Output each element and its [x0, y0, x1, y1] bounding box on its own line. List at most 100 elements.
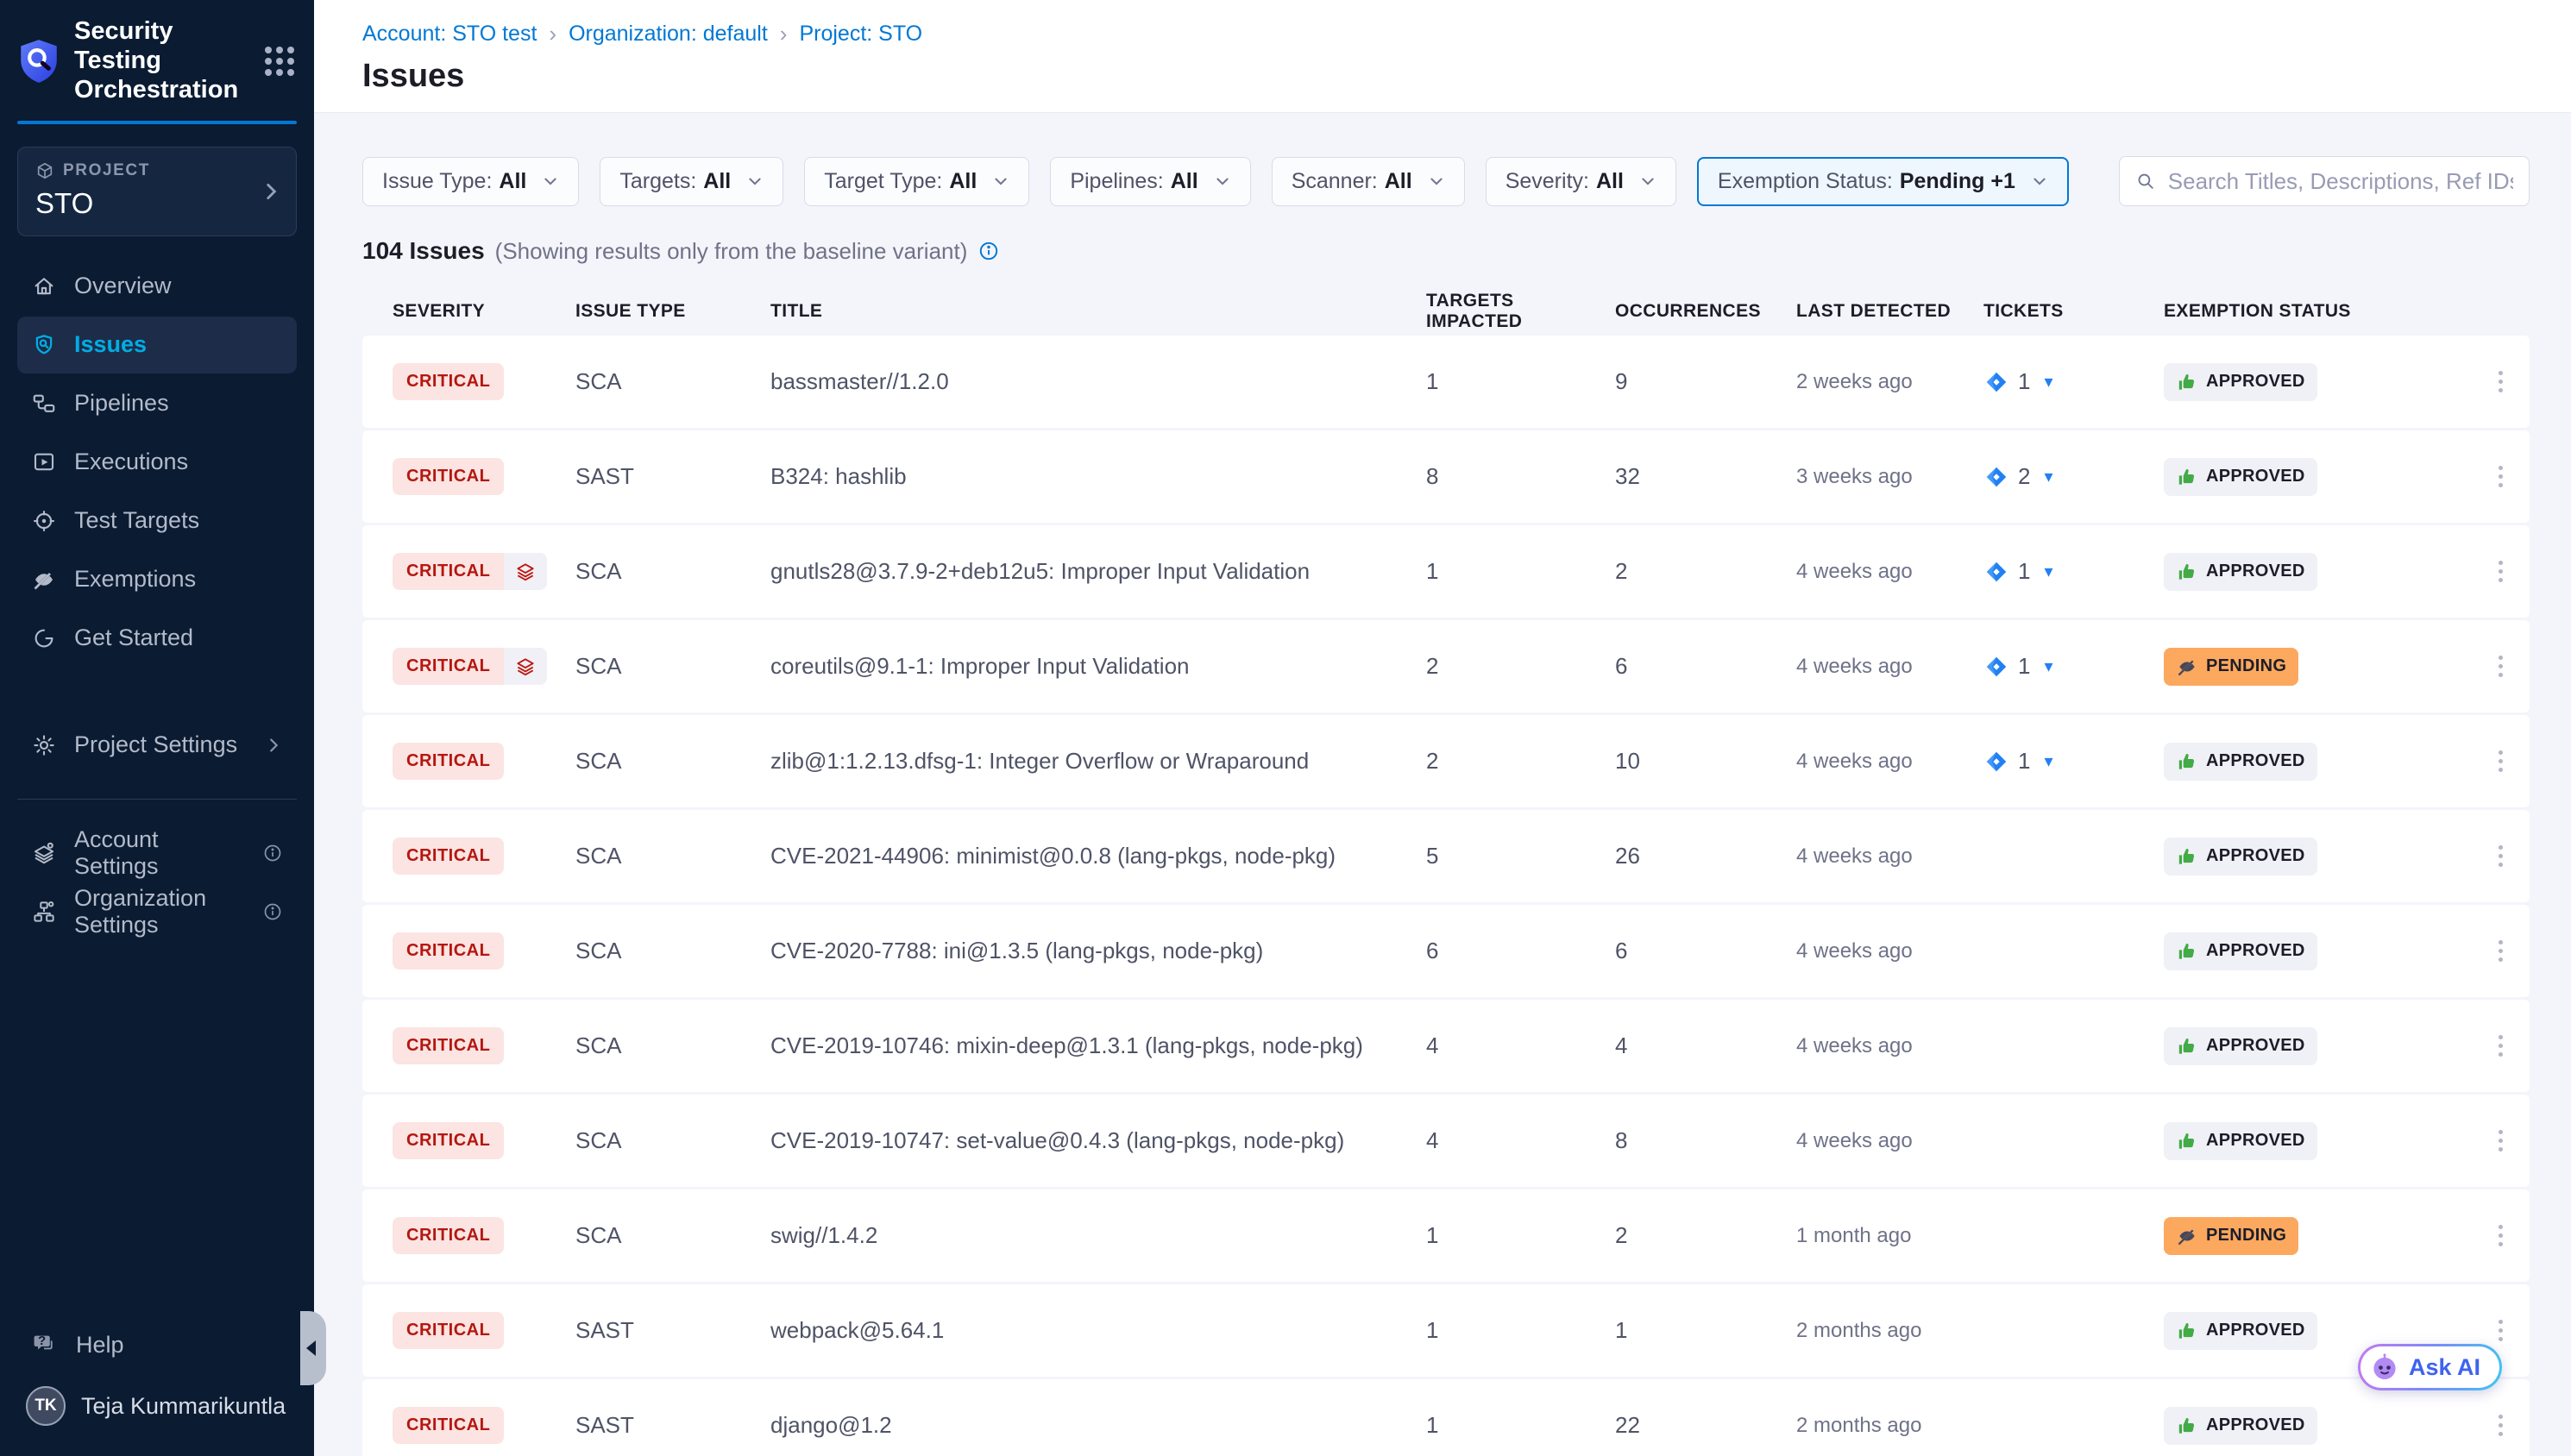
filter-dropdown[interactable]: Targets: All	[600, 157, 783, 206]
issue-type-cell: SCA	[575, 558, 770, 585]
ticket-caret-icon[interactable]: ▾	[2044, 466, 2052, 487]
column-exemption-status: EXEMPTION STATUS	[2164, 301, 2472, 322]
sidebar-item-test-targets[interactable]: Test Targets	[17, 493, 297, 549]
breadcrumb-separator: ›	[549, 21, 556, 47]
info-icon[interactable]	[262, 843, 283, 863]
filter-dropdown[interactable]: Scanner: All	[1272, 157, 1465, 206]
issue-row[interactable]: CRITICAL SAST django@1.2 1 22 2 months a…	[362, 1379, 2530, 1456]
info-icon[interactable]	[262, 901, 283, 922]
ticket-cell[interactable]: 1 ▾	[1983, 653, 2164, 680]
issue-row[interactable]: CRITICAL SAST B324: hashlib 8 32 3 weeks…	[362, 430, 2530, 523]
filter-dropdown[interactable]: Severity: All	[1486, 157, 1676, 206]
ticket-cell[interactable]: 1 ▾	[1983, 558, 2164, 585]
sidebar-item-issues[interactable]: Issues	[17, 317, 297, 373]
row-menu-button[interactable]	[2490, 837, 2511, 875]
targets-impacted-cell: 1	[1426, 1412, 1615, 1439]
row-menu-button[interactable]	[2490, 932, 2511, 970]
ticket-cell[interactable]: 1 ▾	[1983, 748, 2164, 775]
targets-impacted-cell: 2	[1426, 653, 1615, 680]
issue-row[interactable]: CRITICAL SCA swig//1.4.2 1 2 1 month ago…	[362, 1189, 2530, 1282]
cube-icon	[35, 161, 54, 180]
title-cell[interactable]: swig//1.4.2	[770, 1222, 1426, 1249]
exemption-status-label: APPROVED	[2206, 846, 2305, 866]
breadcrumb-account[interactable]: Account: STO test	[362, 22, 537, 47]
ticket-caret-icon[interactable]: ▾	[2044, 750, 2052, 772]
row-menu-button[interactable]	[2490, 552, 2511, 591]
breadcrumb-organization[interactable]: Organization: default	[569, 22, 768, 47]
ticket-cell[interactable]: 1 ▾	[1983, 368, 2164, 395]
sidebar-item-pipelines[interactable]: Pipelines	[17, 375, 297, 432]
breadcrumb-project[interactable]: Project: STO	[799, 22, 922, 47]
chevron-down-icon	[992, 173, 1009, 190]
exemption-status-badge: APPROVED	[2164, 838, 2317, 875]
targets-impacted-cell: 1	[1426, 1317, 1615, 1344]
row-menu-button[interactable]	[2490, 1026, 2511, 1065]
issue-row[interactable]: CRITICAL SCA CVE-2021-44906: minimist@0.…	[362, 810, 2530, 902]
sidebar-collapse-handle[interactable]	[300, 1311, 326, 1385]
title-cell[interactable]: zlib@1:1.2.13.dfsg-1: Integer Overflow o…	[770, 748, 1426, 775]
filter-dropdown[interactable]: Target Type: All	[804, 157, 1029, 206]
row-menu-button[interactable]	[2490, 457, 2511, 496]
row-menu-button[interactable]	[2490, 742, 2511, 781]
jira-ticket-icon	[1983, 559, 2009, 585]
exemption-layers-icon	[504, 648, 547, 685]
row-menu-button[interactable]	[2490, 647, 2511, 686]
column-last-detected: LAST DETECTED	[1796, 301, 1983, 322]
sidebar-item-get-started[interactable]: Get Started	[17, 610, 297, 667]
filters-toolbar: Issue Type: All Targets: All Target Type…	[362, 156, 2530, 206]
title-cell[interactable]: CVE-2019-10747: set-value@0.4.3 (lang-pk…	[770, 1127, 1426, 1154]
title-cell[interactable]: coreutils@9.1-1: Improper Input Validati…	[770, 653, 1426, 680]
row-menu-button[interactable]	[2490, 1121, 2511, 1160]
issue-type-cell: SAST	[575, 1317, 770, 1344]
title-cell[interactable]: django@1.2	[770, 1412, 1426, 1439]
issue-row[interactable]: CRITICAL SCA CVE-2019-10746: mixin-deep@…	[362, 1000, 2530, 1092]
title-cell[interactable]: CVE-2020-7788: ini@1.3.5 (lang-pkgs, nod…	[770, 938, 1426, 964]
last-detected-cell: 4 weeks ago	[1796, 655, 1983, 679]
severity-cell: CRITICAL	[393, 838, 575, 875]
occurrences-cell: 32	[1615, 463, 1796, 490]
issue-row[interactable]: CRITICAL SCA bassmaster//1.2.0 1 9 2 wee…	[362, 336, 2530, 428]
issue-row[interactable]: CRITICAL SCA coreutils@9.1-1: Improper I…	[362, 620, 2530, 712]
exemption-status-label: APPROVED	[2206, 941, 2305, 961]
row-menu-button[interactable]	[2490, 362, 2511, 401]
sidebar-item-exemptions[interactable]: Exemptions	[17, 551, 297, 608]
ticket-cell[interactable]: 2 ▾	[1983, 463, 2164, 490]
issue-row[interactable]: CRITICAL SCA gnutls28@3.7.9-2+deb12u5: I…	[362, 525, 2530, 618]
filter-dropdown[interactable]: Pipelines: All	[1050, 157, 1250, 206]
title-cell[interactable]: webpack@5.64.1	[770, 1317, 1426, 1344]
info-icon[interactable]	[977, 240, 1000, 262]
sidebar-item-overview[interactable]: Overview	[17, 258, 297, 315]
filter-dropdown[interactable]: Issue Type: All	[362, 157, 579, 206]
issue-row[interactable]: CRITICAL SCA CVE-2019-10747: set-value@0…	[362, 1095, 2530, 1187]
occurrences-cell: 9	[1615, 368, 1796, 395]
ticket-caret-icon[interactable]: ▾	[2044, 371, 2052, 392]
exemption-status-badge: APPROVED	[2164, 1122, 2317, 1160]
issue-row[interactable]: CRITICAL SCA zlib@1:1.2.13.dfsg-1: Integ…	[362, 715, 2530, 807]
sidebar-item-account-settings[interactable]: Account Settings	[17, 825, 297, 882]
severity-badge: CRITICAL	[393, 1312, 504, 1349]
sidebar-item-help[interactable]: ? Help	[17, 1316, 297, 1373]
title-cell[interactable]: bassmaster//1.2.0	[770, 368, 1426, 395]
eye-slash-icon	[31, 567, 57, 593]
user-menu[interactable]: TK Teja Kummarikuntla	[17, 1378, 297, 1434]
row-menu-button[interactable]	[2490, 1406, 2511, 1445]
search-box[interactable]	[2119, 156, 2530, 206]
row-menu-button[interactable]	[2490, 1311, 2511, 1350]
title-cell[interactable]: B324: hashlib	[770, 463, 1426, 490]
ticket-caret-icon[interactable]: ▾	[2044, 561, 2052, 582]
title-cell[interactable]: CVE-2019-10746: mixin-deep@1.3.1 (lang-p…	[770, 1032, 1426, 1059]
sidebar-item-organization-settings[interactable]: Organization Settings	[17, 883, 297, 940]
project-selector[interactable]: PROJECT STO	[17, 147, 297, 236]
title-cell[interactable]: CVE-2021-44906: minimist@0.0.8 (lang-pkg…	[770, 843, 1426, 869]
issue-row[interactable]: CRITICAL SCA CVE-2020-7788: ini@1.3.5 (l…	[362, 905, 2530, 997]
filter-dropdown[interactable]: Exemption Status: Pending +1	[1697, 157, 2069, 206]
app-switcher-icon[interactable]	[262, 44, 297, 78]
sidebar-item-project-settings[interactable]: Project Settings	[17, 717, 297, 774]
title-cell[interactable]: gnutls28@3.7.9-2+deb12u5: Improper Input…	[770, 558, 1426, 585]
search-input[interactable]	[2168, 168, 2513, 195]
issue-row[interactable]: CRITICAL SAST webpack@5.64.1 1 1 2 month…	[362, 1284, 2530, 1377]
ask-ai-button[interactable]: Ask AI	[2358, 1344, 2502, 1390]
sidebar-item-executions[interactable]: Executions	[17, 434, 297, 491]
ticket-caret-icon[interactable]: ▾	[2044, 656, 2052, 677]
row-menu-button[interactable]	[2490, 1216, 2511, 1255]
